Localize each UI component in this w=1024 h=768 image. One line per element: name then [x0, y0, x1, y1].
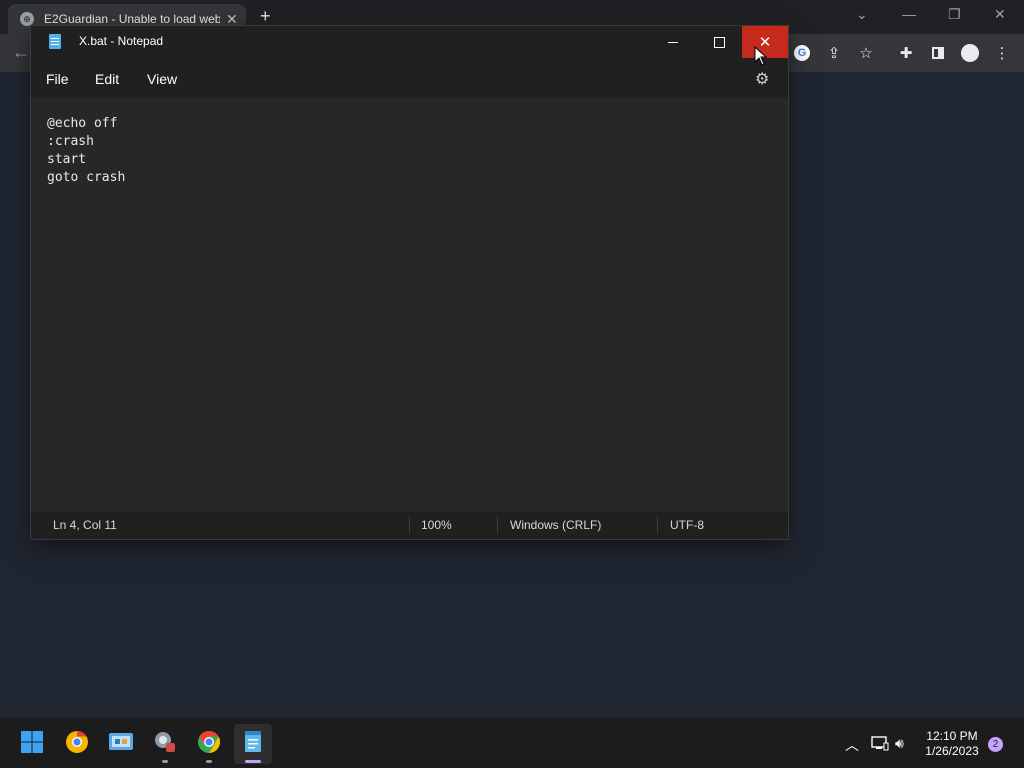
bookmark-star-icon[interactable]: ☆	[856, 43, 876, 63]
text-line: :crash	[47, 134, 94, 149]
notepad-taskbar-icon[interactable]	[238, 727, 268, 757]
new-tab-button[interactable]: +	[260, 6, 271, 27]
window-title: X.bat - Notepad	[79, 34, 164, 48]
menu-edit[interactable]: Edit	[95, 71, 119, 87]
kebab-menu-icon[interactable]: ⋮	[992, 43, 1012, 63]
volume-icon[interactable]: 🔊︎	[895, 735, 904, 752]
globe-icon: ⊕	[20, 12, 34, 26]
encoding: UTF-8	[670, 518, 704, 532]
minimize-icon	[668, 41, 678, 43]
network-icon[interactable]	[871, 735, 889, 754]
menu-file[interactable]: File	[46, 71, 69, 87]
troubleshooter-icon[interactable]	[150, 727, 180, 757]
tab-search-icon[interactable]: ⌄	[856, 6, 868, 23]
text-line: start	[47, 152, 87, 167]
cursor-position: Ln 4, Col 11	[53, 518, 117, 532]
line-ending: Windows (CRLF)	[510, 518, 602, 532]
running-indicator	[206, 760, 212, 763]
status-divider	[409, 517, 410, 533]
status-divider	[657, 517, 658, 533]
clock-date: 1/26/2023	[925, 744, 979, 758]
notepad-title-bar[interactable]: X.bat - Notepad ✕	[31, 26, 788, 58]
maximize-button[interactable]	[696, 26, 742, 58]
browser-minimize-icon[interactable]: —	[902, 6, 916, 22]
text-line: @echo off	[47, 116, 118, 131]
tab-close-icon[interactable]: ✕	[226, 11, 238, 28]
chevron-up-icon[interactable]: ︿	[845, 735, 859, 755]
profile-avatar-icon[interactable]	[960, 43, 980, 63]
settings-gear-icon[interactable]: ⚙	[755, 69, 769, 89]
notepad-app-icon	[49, 34, 61, 49]
text-editor-area[interactable]: @echo off :crash start goto crash	[31, 98, 788, 512]
browser-tab-title: E2Guardian - Unable to load web	[44, 12, 220, 26]
text-line: goto crash	[47, 170, 126, 185]
clock-time: 12:10 PM	[926, 729, 978, 743]
clock[interactable]: 12:10 PM 1/26/2023	[920, 729, 984, 759]
menu-view[interactable]: View	[147, 71, 177, 87]
status-divider	[497, 517, 498, 533]
windows-start-icon[interactable]	[17, 727, 47, 757]
side-panel-icon[interactable]	[928, 43, 948, 63]
browser-close-icon[interactable]: ✕	[994, 6, 1006, 23]
google-icon[interactable]: G	[792, 43, 812, 63]
share-icon[interactable]: ⇪	[824, 43, 844, 63]
notification-badge[interactable]: 2	[988, 737, 1003, 752]
menu-bar: File Edit View ⚙	[31, 58, 788, 98]
status-bar: Ln 4, Col 11 100% Windows (CRLF) UTF-8	[31, 512, 788, 539]
extensions-puzzle-icon[interactable]: ✚	[896, 43, 916, 63]
back-arrow-icon[interactable]: ←	[12, 42, 30, 63]
chrome-canary-icon[interactable]	[62, 727, 92, 757]
active-app-indicator	[245, 760, 261, 763]
browser-restore-icon[interactable]: ❐	[948, 6, 961, 23]
control-panel-icon[interactable]	[106, 727, 136, 757]
notepad-window: X.bat - Notepad ✕ File Edit View ⚙ @echo…	[31, 26, 788, 539]
minimize-button[interactable]	[650, 26, 696, 58]
running-indicator	[162, 760, 168, 763]
chrome-icon[interactable]	[194, 727, 224, 757]
maximize-icon	[713, 36, 725, 48]
zoom-level: 100%	[421, 518, 452, 532]
